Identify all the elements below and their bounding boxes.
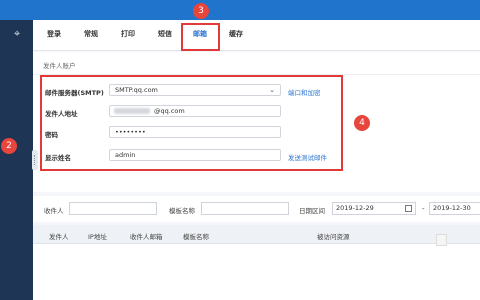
calendar-icon[interactable] bbox=[405, 205, 412, 212]
col-sender: 发件人 bbox=[49, 233, 69, 241]
date-separator: - bbox=[422, 205, 425, 213]
date-range-label: 日期区间 bbox=[299, 207, 325, 215]
title-bar bbox=[0, 0, 480, 20]
annotation-box-mailbox-tab bbox=[181, 23, 220, 51]
tab-print[interactable]: 打印 bbox=[121, 29, 135, 39]
tab-general[interactable]: 常规 bbox=[84, 29, 98, 39]
pagination-button[interactable] bbox=[436, 234, 447, 246]
sidebar: ⌖ bbox=[0, 20, 33, 300]
filter-bar: 收件人 模板名称 日期区间 2019-12-29 - 2019-12-30 bbox=[33, 196, 480, 222]
sidebar-splitter[interactable] bbox=[32, 150, 38, 170]
tab-login[interactable]: 登录 bbox=[47, 29, 61, 39]
date-from-input[interactable]: 2019-12-29 bbox=[332, 202, 416, 215]
annotation-badge-2: 2 bbox=[1, 138, 17, 154]
annotation-badge-3: 3 bbox=[193, 3, 209, 19]
tab-sms[interactable]: 短信 bbox=[158, 29, 172, 39]
tab-cache[interactable]: 缓存 bbox=[229, 29, 243, 39]
tab-bar: 登录 常规 打印 短信 邮箱 缓存 bbox=[33, 20, 480, 51]
date-from-value: 2019-12-29 bbox=[336, 204, 374, 212]
annotation-box-sender-form bbox=[40, 75, 343, 171]
annotation-badge-4: 4 bbox=[354, 115, 370, 131]
log-table-header: 发件人 IP地址 收件人邮箱 模板名称 被访问资源 bbox=[33, 225, 480, 244]
date-to-value: 2019-12-30 bbox=[433, 204, 471, 212]
col-template-name: 模板名称 bbox=[183, 233, 209, 241]
template-filter-label: 模板名称 bbox=[169, 207, 195, 215]
col-accessed-resource: 被访问资源 bbox=[317, 233, 350, 241]
pin-icon[interactable]: ⌖ bbox=[14, 28, 20, 39]
template-filter-input[interactable] bbox=[201, 202, 289, 215]
log-table-body bbox=[33, 244, 480, 300]
recipient-filter-label: 收件人 bbox=[44, 207, 64, 215]
col-ip: IP地址 bbox=[88, 233, 107, 241]
section-title: 发件人账户 bbox=[43, 62, 76, 70]
col-recipient-email: 收件人邮箱 bbox=[130, 233, 163, 241]
recipient-filter-input[interactable] bbox=[69, 202, 157, 215]
date-to-input[interactable]: 2019-12-30 bbox=[429, 202, 480, 215]
